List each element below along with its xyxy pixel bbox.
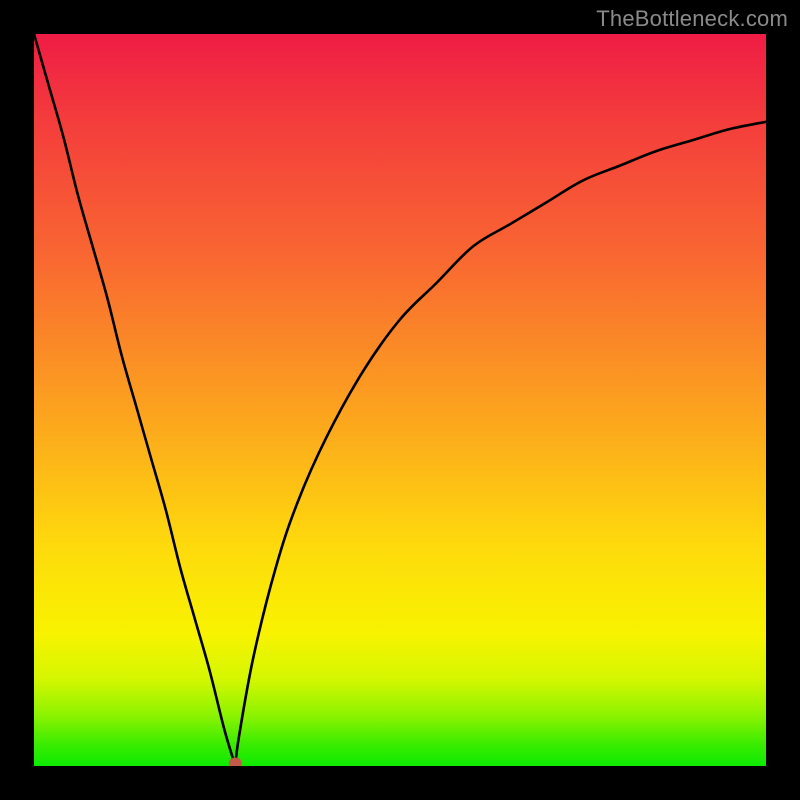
right-branch-curve bbox=[235, 122, 766, 766]
chart-frame: TheBottleneck.com bbox=[0, 0, 800, 800]
plot-area bbox=[34, 34, 766, 766]
curve-svg bbox=[34, 34, 766, 766]
left-branch-curve bbox=[34, 34, 235, 766]
min-marker bbox=[229, 758, 241, 766]
watermark-text: TheBottleneck.com bbox=[596, 6, 788, 32]
